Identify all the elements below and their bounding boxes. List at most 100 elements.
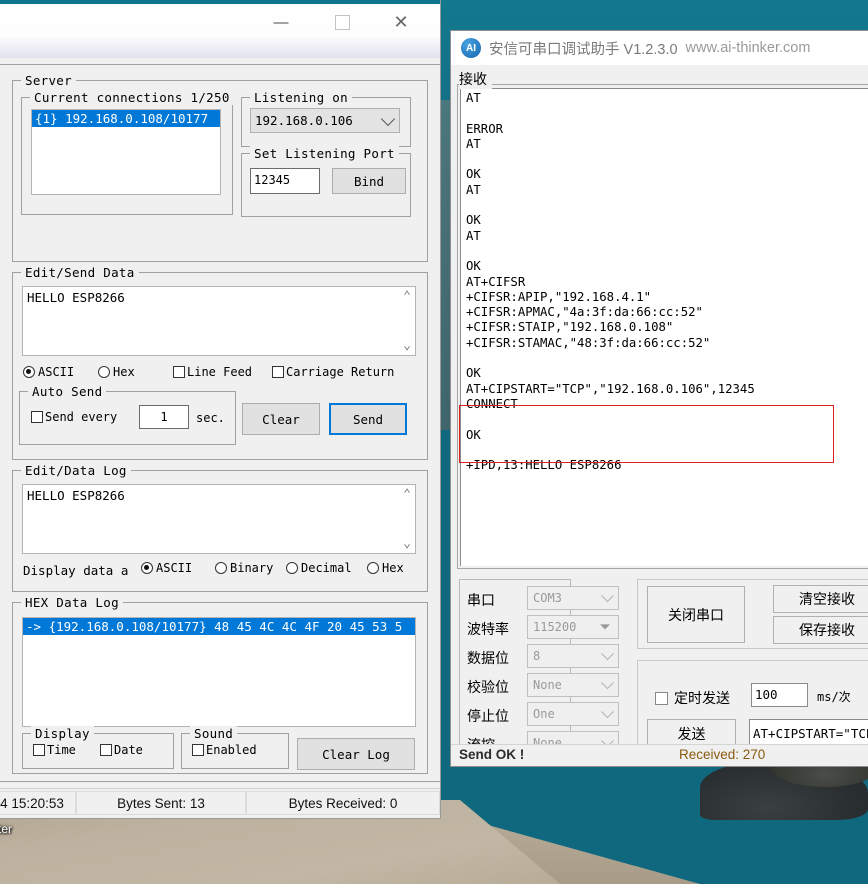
close-icon[interactable]: ✕ [378,8,424,36]
checkbox-time[interactable]: Time [33,743,76,757]
radio-log-binary[interactable]: Binary [215,561,273,575]
checkbox-sound-enabled-label: Enabled [206,743,257,757]
combo-baudrate-value: 115200 [533,620,577,634]
combo-databits[interactable]: 8 [527,644,619,668]
chevron-down-icon [601,676,614,690]
app-title: 安信可串口调试助手 V1.2.3.0 [489,41,678,58]
minimize-icon[interactable]: — [258,8,304,36]
combo-parity-value: None [533,678,562,692]
combo-stopbits[interactable]: One [527,702,619,726]
checkbox-line-feed[interactable]: Line Feed [173,365,252,379]
left-window-menustrip [0,34,440,58]
combo-parity[interactable]: None [527,673,619,697]
chevron-down-icon [601,705,614,719]
data-log-scrollbar[interactable]: ⌃ ⌄ [397,485,413,553]
left-window-titlebar[interactable]: — ✕ [0,4,440,34]
radio-log-binary-label: Binary [230,561,274,575]
auto-send-group: Auto Send Send every 1 sec. [19,384,236,445]
listening-ip-combo[interactable]: 192.168.0.106 [250,108,400,133]
label-baudrate: 波特率 [467,621,509,637]
scroll-down-icon[interactable]: ⌄ [403,536,411,551]
listening-on-title: Listening on [250,90,352,105]
send-data-group: Edit/Send Data HELLO ESP8266 ⌃ ⌄ ASCII H… [12,265,428,460]
display-options-title: Display [31,726,94,741]
checkbox-timed-send[interactable]: 定时发送 [655,688,730,708]
checkbox-time-label: Time [47,743,76,757]
hex-data-log-title: HEX Data Log [21,595,123,610]
checkbox-send-every[interactable]: Send every [31,410,117,424]
checkbox-date[interactable]: Date [100,743,143,757]
radio-log-hex-label: Hex [382,561,404,575]
listening-ip-value: 192.168.0.106 [255,113,353,128]
radio-send-hex[interactable]: Hex [98,365,135,379]
radio-log-ascii[interactable]: ASCII [141,561,192,575]
hex-data-log-group: HEX Data Log -> {192.168.0.108/10177} 48… [12,595,428,774]
port-input[interactable]: 12345 [250,168,320,194]
listening-port-group: Set Listening Port 12345 Bind [241,146,411,217]
server-group-title: Server [21,73,76,88]
clear-button[interactable]: Clear [242,403,320,435]
radio-log-decimal-label: Decimal [301,561,352,575]
connections-list[interactable]: {1} 192.168.0.108/10177 [31,109,221,195]
auto-send-title: Auto Send [28,384,107,399]
radio-log-hex[interactable]: Hex [367,561,404,575]
status-bytes-received: Bytes Received: 0 [246,791,440,815]
auto-send-unit: sec. [196,411,225,425]
chevron-down-icon [600,618,610,632]
send-data-title: Edit/Send Data [21,265,139,280]
clear-log-button[interactable]: Clear Log [297,738,415,770]
data-log-group: Edit/Data Log HELLO ESP8266 ⌃ ⌄ Display … [12,463,428,592]
checkbox-carriage-return[interactable]: Carriage Return [272,365,394,379]
combo-databits-value: 8 [533,649,541,663]
desktop-icon-label[interactable]: ter [0,822,12,836]
send-data-scrollbar[interactable]: ⌃ ⌄ [397,287,413,355]
radio-send-ascii-label: ASCII [38,365,75,379]
right-window-controls: 串口 波特率 数据位 校验位 停止位 流控 COM3 115200 8 None… [451,576,868,766]
listening-on-group: Listening on 192.168.0.106 [241,90,411,147]
send-data-textarea[interactable]: HELLO ESP8266 ⌃ ⌄ [22,286,416,356]
receive-textarea[interactable]: AT ERROR AT OK AT OK AT OK AT+CIFSR +CIF… [460,88,868,566]
checkbox-send-every-label: Send every [45,410,118,424]
scroll-up-icon[interactable]: ⌃ [403,289,411,304]
scroll-up-icon[interactable]: ⌃ [403,487,411,502]
auto-send-interval-input[interactable]: 1 [139,405,189,429]
clear-receive-button[interactable]: 清空接收 [773,585,868,613]
app-logo-icon: AI [461,38,481,58]
hex-log-list[interactable]: -> {192.168.0.108/10177} 48 45 4C 4C 4F … [22,617,416,727]
server-group: Server Current connections 1/250 {1} 192… [12,73,428,262]
sound-group-title: Sound [190,726,238,741]
send-status-text: Send OK ! [459,747,525,762]
radio-send-ascii[interactable]: ASCII [23,365,74,379]
maximize-icon[interactable] [319,8,365,36]
right-window-titlebar[interactable]: AI 安信可串口调试助手 V1.2.3.0 www.ai-thinker.com [451,31,868,65]
status-time: 4 15:20:53 [0,791,76,815]
send-data-value: HELLO ESP8266 [27,290,125,305]
radio-send-hex-label: Hex [113,365,135,379]
connections-group: Current connections 1/250 {1} 192.168.0.… [21,90,234,215]
connections-group-title: Current connections 1/250 [30,90,234,105]
send-button[interactable]: Send [329,403,407,435]
data-log-textarea[interactable]: HELLO ESP8266 ⌃ ⌄ [22,484,416,554]
receive-group-title: 接收 [459,69,492,89]
bind-button[interactable]: Bind [332,168,406,194]
combo-port[interactable]: COM3 [527,586,619,610]
left-window-body: Server Current connections 1/250 {1} 192… [0,58,440,788]
checkbox-carriage-return-label: Carriage Return [286,365,395,379]
radio-log-decimal[interactable]: Decimal [286,561,352,575]
serial-debug-assistant-window: AI 安信可串口调试助手 V1.2.3.0 www.ai-thinker.com… [450,30,868,767]
close-port-button[interactable]: 关闭串口 [647,586,745,643]
combo-baudrate[interactable]: 115200 [527,615,619,639]
timed-send-unit: ms/次 [817,690,851,704]
scroll-down-icon[interactable]: ⌄ [403,338,411,353]
checkbox-date-label: Date [114,743,143,757]
display-data-label: Display data a [23,563,129,578]
data-log-value: HELLO ESP8266 [27,488,125,503]
save-receive-button[interactable]: 保存接收 [773,616,868,644]
radio-log-ascii-label: ASCII [156,561,193,575]
label-parity: 校验位 [467,679,509,695]
received-count-text: Received: 270 [679,747,766,762]
list-item[interactable]: {1} 192.168.0.108/10177 [32,110,220,127]
list-item[interactable]: -> {192.168.0.108/10177} 48 45 4C 4C 4F … [23,618,415,635]
timed-send-interval-input[interactable]: 100 [751,683,808,707]
checkbox-sound-enabled[interactable]: Enabled [192,743,257,757]
